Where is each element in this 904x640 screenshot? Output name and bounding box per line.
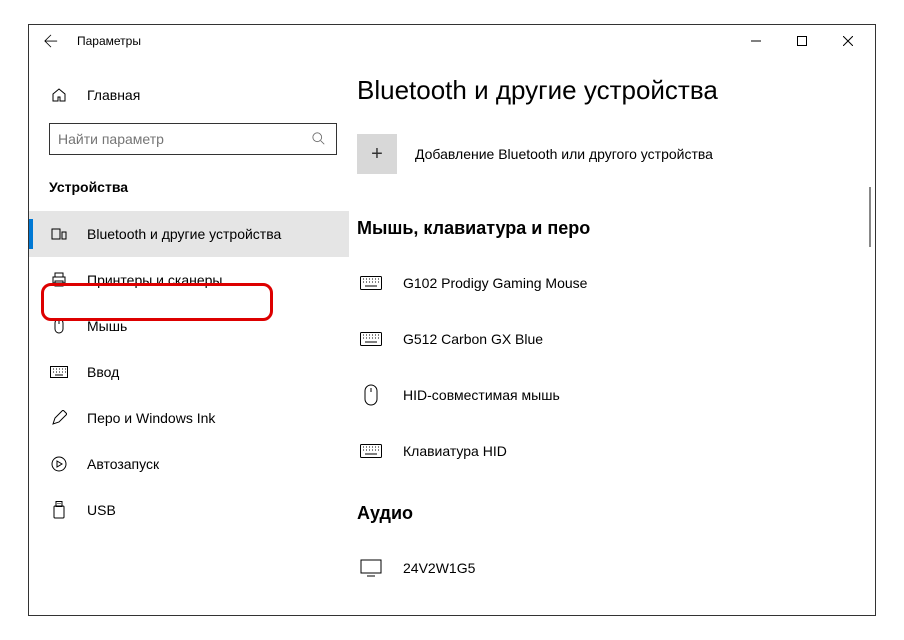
mouse-icon: [51, 318, 67, 334]
sidebar-item-printers[interactable]: Принтеры и сканеры: [29, 257, 349, 303]
sidebar-item-mouse[interactable]: Мышь: [29, 303, 349, 349]
sidebar-item-typing[interactable]: Ввод: [29, 349, 349, 395]
arrow-left-icon: [44, 34, 58, 48]
titlebar: Параметры: [29, 25, 875, 57]
page-title: Bluetooth и другие устройства: [349, 75, 875, 134]
maximize-icon: [797, 36, 807, 46]
device-row[interactable]: 24V2W1G5: [349, 540, 875, 596]
keyboard-icon: [360, 332, 382, 346]
sidebar-item-label: Перо и Windows Ink: [87, 410, 215, 426]
sidebar-home[interactable]: Главная: [29, 77, 349, 113]
search-input[interactable]: [49, 123, 337, 155]
device-label: G102 Prodigy Gaming Mouse: [403, 275, 587, 291]
scrollbar[interactable]: [869, 187, 871, 247]
add-device-button[interactable]: + Добавление Bluetooth или другого устро…: [349, 134, 875, 218]
devices-icon: [51, 226, 67, 242]
device-row[interactable]: HID-совместимая мышь: [349, 367, 875, 423]
search-field[interactable]: [58, 131, 312, 147]
sidebar-item-pen[interactable]: Перо и Windows Ink: [29, 395, 349, 441]
device-row[interactable]: G102 Prodigy Gaming Mouse: [349, 255, 875, 311]
add-device-label: Добавление Bluetooth или другого устройс…: [415, 146, 713, 162]
sidebar-home-label: Главная: [87, 87, 140, 103]
sidebar-item-label: Bluetooth и другие устройства: [87, 226, 281, 242]
pen-icon: [51, 410, 67, 426]
group-title-audio: Аудио: [349, 503, 875, 540]
plus-icon: +: [357, 134, 397, 174]
maximize-button[interactable]: [779, 25, 825, 57]
sidebar-section-header: Устройства: [29, 169, 349, 211]
device-label: 24V2W1G5: [403, 560, 475, 576]
device-label: G512 Carbon GX Blue: [403, 331, 543, 347]
keyboard-icon: [360, 444, 382, 458]
keyboard-icon: [360, 276, 382, 290]
sidebar-item-label: Автозапуск: [87, 456, 159, 472]
monitor-icon: [360, 559, 382, 577]
sidebar-item-label: Мышь: [87, 318, 127, 334]
sidebar-item-autoplay[interactable]: Автозапуск: [29, 441, 349, 487]
device-row[interactable]: Клавиатура HID: [349, 423, 875, 479]
search-icon: [312, 132, 328, 146]
usb-icon: [52, 501, 66, 519]
sidebar-item-bluetooth[interactable]: Bluetooth и другие устройства: [29, 211, 349, 257]
device-label: HID-совместимая мышь: [403, 387, 560, 403]
sidebar-item-label: USB: [87, 502, 116, 518]
device-row[interactable]: G512 Carbon GX Blue: [349, 311, 875, 367]
main-panel: Bluetooth и другие устройства + Добавлен…: [349, 57, 875, 615]
sidebar: Главная Устройства Bluetooth и другие ус…: [29, 57, 349, 615]
close-button[interactable]: [825, 25, 871, 57]
minimize-icon: [751, 36, 761, 46]
back-button[interactable]: [33, 25, 69, 57]
autoplay-icon: [51, 456, 67, 472]
group-title-input: Мышь, клавиатура и перо: [349, 218, 875, 255]
keyboard-icon: [50, 365, 68, 379]
device-label: Клавиатура HID: [403, 443, 507, 459]
window-title: Параметры: [77, 34, 141, 48]
sidebar-item-usb[interactable]: USB: [29, 487, 349, 533]
mouse-icon: [363, 384, 379, 406]
printer-icon: [51, 272, 67, 288]
minimize-button[interactable]: [733, 25, 779, 57]
home-icon: [51, 87, 67, 103]
close-icon: [843, 36, 853, 46]
sidebar-item-label: Принтеры и сканеры: [87, 272, 222, 288]
sidebar-item-label: Ввод: [87, 364, 119, 380]
